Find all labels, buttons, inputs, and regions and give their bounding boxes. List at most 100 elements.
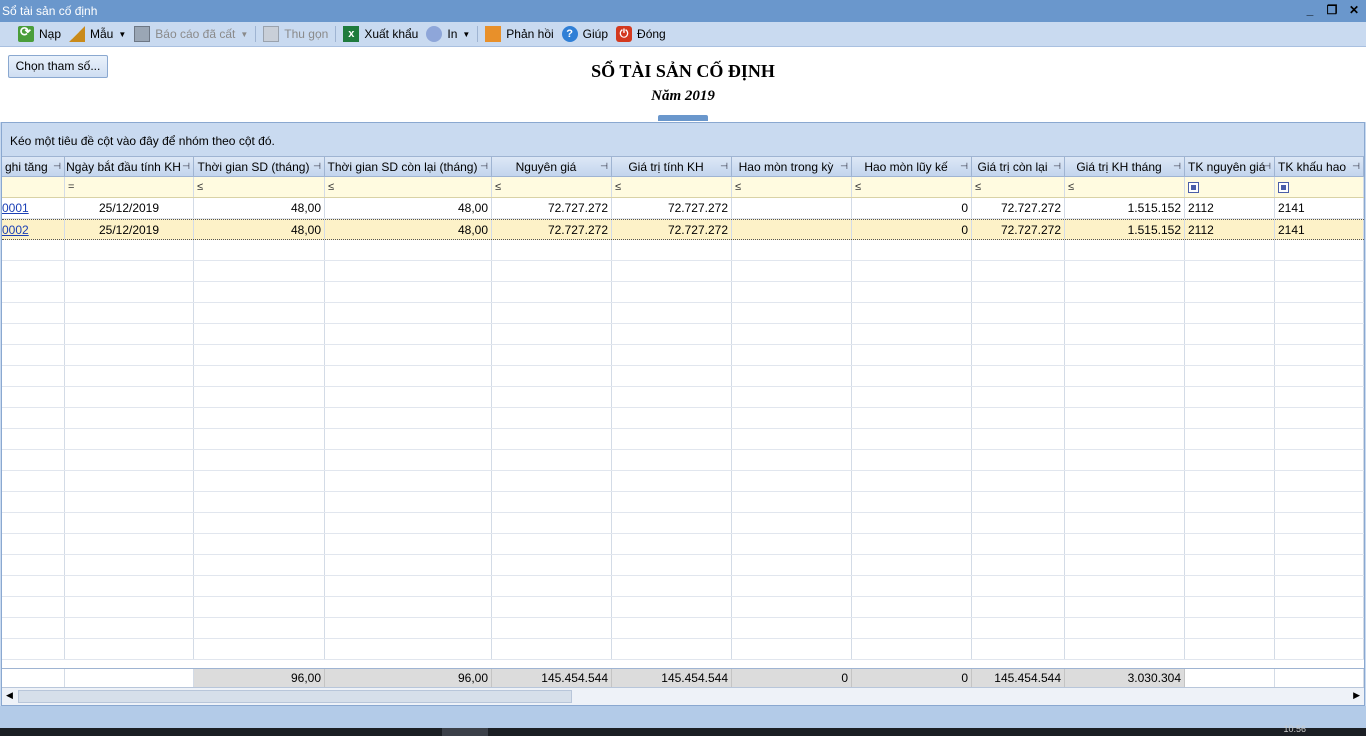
table-cell[interactable] bbox=[2, 597, 65, 617]
table-row[interactable] bbox=[2, 303, 1364, 324]
table-cell[interactable]: 0002 bbox=[2, 220, 65, 239]
pin-icon[interactable]: ⊣ bbox=[720, 161, 728, 172]
close-button[interactable]: ⏻ Đóng bbox=[612, 23, 670, 45]
table-cell[interactable] bbox=[2, 366, 65, 386]
scroll-right-icon[interactable]: ▶ bbox=[1353, 690, 1360, 701]
pin-icon[interactable]: ⊣ bbox=[1352, 161, 1360, 172]
table-cell[interactable] bbox=[2, 492, 65, 512]
pin-icon[interactable]: ⊣ bbox=[313, 161, 321, 172]
filter-cell[interactable]: ≤ bbox=[194, 177, 325, 197]
filter-checkbox[interactable] bbox=[1278, 181, 1289, 193]
table-row[interactable] bbox=[2, 471, 1364, 492]
filter-cell[interactable]: = bbox=[65, 177, 194, 197]
table-row[interactable] bbox=[2, 345, 1364, 366]
filter-cell[interactable]: ≤ bbox=[852, 177, 972, 197]
filter-cell[interactable]: ≤ bbox=[732, 177, 852, 197]
pin-icon[interactable]: ⊣ bbox=[53, 161, 61, 172]
table-row[interactable] bbox=[2, 555, 1364, 576]
column-header[interactable]: TK khấu hao ⊣ bbox=[1275, 157, 1364, 176]
filter-checkbox[interactable] bbox=[1188, 181, 1199, 193]
table-row[interactable] bbox=[2, 282, 1364, 303]
table-cell[interactable] bbox=[2, 576, 65, 596]
column-header[interactable]: ghi tăng ⊣ bbox=[2, 157, 65, 176]
asset-code-link[interactable]: 0001 bbox=[2, 201, 29, 215]
scroll-left-icon[interactable]: ◀ bbox=[6, 690, 13, 701]
export-button[interactable]: x Xuất khẩu bbox=[339, 23, 422, 45]
filter-operator[interactable]: ≤ bbox=[735, 181, 741, 193]
filter-operator[interactable]: ≤ bbox=[855, 181, 861, 193]
table-cell[interactable] bbox=[2, 471, 65, 491]
table-row[interactable] bbox=[2, 618, 1364, 639]
table-cell[interactable] bbox=[2, 429, 65, 449]
pin-icon[interactable]: ⊣ bbox=[1053, 161, 1061, 172]
template-button[interactable]: Mẫu ▼ bbox=[65, 23, 130, 45]
filter-operator[interactable]: ≤ bbox=[495, 181, 501, 193]
filter-cell[interactable]: ≤ bbox=[612, 177, 732, 197]
table-row[interactable] bbox=[2, 261, 1364, 282]
table-cell[interactable]: 0001 bbox=[2, 198, 65, 218]
column-header[interactable]: Giá trị KH tháng ⊣ bbox=[1065, 157, 1185, 176]
column-header[interactable]: Ngày bắt đầu tính KH ⊣ bbox=[65, 157, 194, 176]
help-button[interactable]: ? Giúp bbox=[558, 23, 612, 45]
collapse-button[interactable]: Thu gọn bbox=[259, 23, 332, 45]
filter-cell[interactable] bbox=[2, 177, 65, 197]
print-button[interactable]: In ▼ bbox=[422, 23, 474, 45]
column-header[interactable]: Hao mòn trong kỳ ⊣ bbox=[732, 157, 852, 176]
restore-icon[interactable]: ❐ bbox=[1326, 3, 1338, 17]
filter-operator[interactable]: ≤ bbox=[197, 181, 203, 193]
column-header[interactable]: Giá trị còn lại ⊣ bbox=[972, 157, 1065, 176]
filter-operator[interactable]: ≤ bbox=[615, 181, 621, 193]
table-cell[interactable] bbox=[2, 639, 65, 659]
pin-icon[interactable]: ⊣ bbox=[960, 161, 968, 172]
filter-cell[interactable] bbox=[1185, 177, 1275, 197]
table-row[interactable]: 0001 25/12/2019 48,00 48,00 72.727.272 72.727… bbox=[2, 198, 1364, 219]
group-by-panel[interactable]: Kéo một tiêu đề cột vào đây để nhóm theo… bbox=[2, 123, 1364, 157]
pin-icon[interactable]: ⊣ bbox=[182, 161, 190, 172]
table-row[interactable] bbox=[2, 639, 1364, 660]
asset-code-link[interactable]: 0002 bbox=[2, 223, 29, 237]
horizontal-scrollbar[interactable]: ◀ ▶ bbox=[2, 687, 1364, 705]
column-header[interactable]: Thời gian SD (tháng) ⊣ bbox=[194, 157, 325, 176]
table-row[interactable] bbox=[2, 408, 1364, 429]
table-row[interactable] bbox=[2, 240, 1364, 261]
pin-icon[interactable]: ⊣ bbox=[840, 161, 848, 172]
filter-operator[interactable]: = bbox=[68, 181, 74, 193]
table-cell[interactable] bbox=[2, 408, 65, 428]
table-cell[interactable] bbox=[2, 450, 65, 470]
table-row[interactable] bbox=[2, 576, 1364, 597]
table-cell[interactable] bbox=[2, 303, 65, 323]
table-row[interactable] bbox=[2, 597, 1364, 618]
table-row[interactable]: 0002 25/12/2019 48,00 48,00 72.727.272 72.727… bbox=[2, 219, 1364, 240]
column-header[interactable]: TK nguyên giá ⊣ bbox=[1185, 157, 1275, 176]
pin-icon[interactable]: ⊣ bbox=[480, 161, 488, 172]
table-row[interactable] bbox=[2, 429, 1364, 450]
pin-icon[interactable]: ⊣ bbox=[1173, 161, 1181, 172]
table-row[interactable] bbox=[2, 387, 1364, 408]
filter-cell[interactable]: ≤ bbox=[492, 177, 612, 197]
table-row[interactable] bbox=[2, 324, 1364, 345]
column-header[interactable]: Nguyên giá ⊣ bbox=[492, 157, 612, 176]
table-row[interactable] bbox=[2, 492, 1364, 513]
table-cell[interactable] bbox=[2, 534, 65, 554]
table-row[interactable] bbox=[2, 366, 1364, 387]
table-cell[interactable] bbox=[2, 324, 65, 344]
filter-cell[interactable]: ≤ bbox=[972, 177, 1065, 197]
table-row[interactable] bbox=[2, 534, 1364, 555]
reload-button[interactable]: Nạp bbox=[14, 23, 65, 45]
pin-icon[interactable]: ⊣ bbox=[1263, 161, 1271, 172]
saved-reports-button[interactable]: Báo cáo đã cất ▼ bbox=[130, 23, 252, 45]
column-header[interactable]: Hao mòn lũy kế ⊣ bbox=[852, 157, 972, 176]
filter-cell[interactable] bbox=[1275, 177, 1364, 197]
filter-operator[interactable]: ≤ bbox=[975, 181, 981, 193]
filter-operator[interactable]: ≤ bbox=[1068, 181, 1074, 193]
table-cell[interactable] bbox=[2, 513, 65, 533]
collapse-header-handle[interactable] bbox=[658, 115, 708, 121]
table-cell[interactable] bbox=[2, 387, 65, 407]
table-cell[interactable] bbox=[2, 555, 65, 575]
table-cell[interactable] bbox=[2, 240, 65, 260]
pin-icon[interactable]: ⊣ bbox=[600, 161, 608, 172]
table-cell[interactable] bbox=[2, 345, 65, 365]
column-header[interactable]: Thời gian SD còn lại (tháng) ⊣ bbox=[325, 157, 492, 176]
filter-cell[interactable]: ≤ bbox=[325, 177, 492, 197]
table-cell[interactable] bbox=[2, 282, 65, 302]
